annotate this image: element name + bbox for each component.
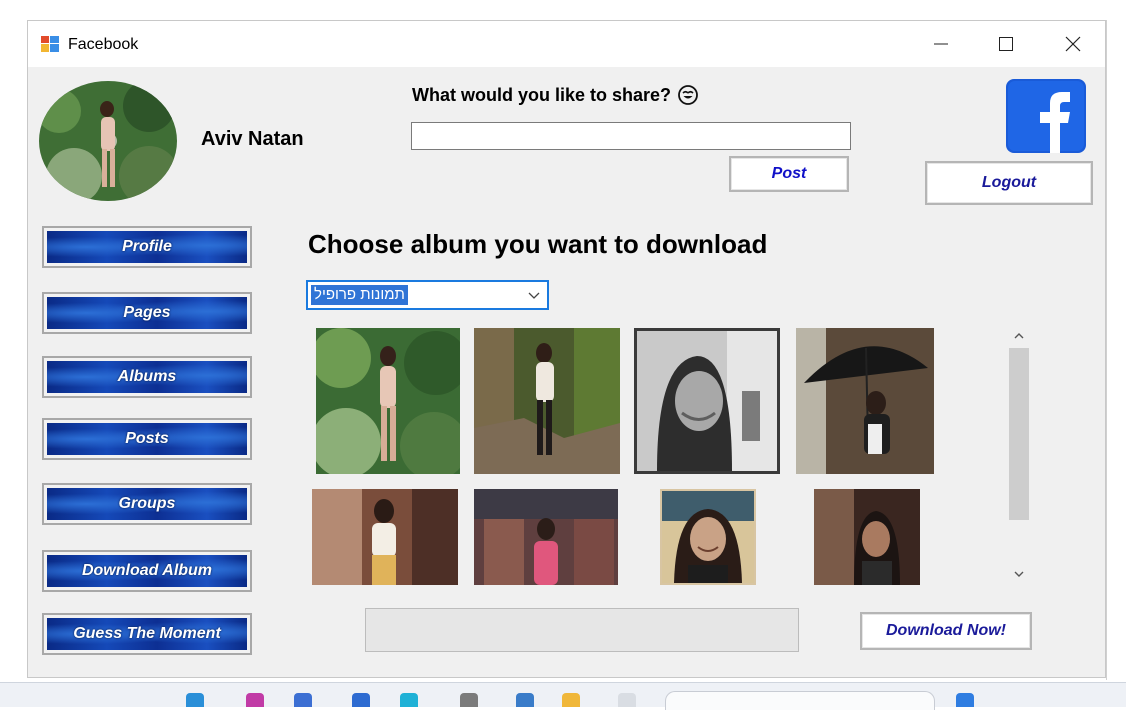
- nav-guess-the-moment-button[interactable]: Guess The Moment: [42, 613, 252, 655]
- taskbar-app-icon[interactable]: [516, 693, 534, 707]
- nav-download-album-label: Download Album: [47, 555, 247, 587]
- nav-albums-label: Albums: [47, 361, 247, 393]
- taskbar-app-icon[interactable]: [562, 693, 580, 707]
- avatar: [39, 81, 177, 201]
- scroll-thumb[interactable]: [1009, 348, 1029, 520]
- scroll-down-icon: [1014, 571, 1024, 577]
- album-photo[interactable]: [796, 328, 934, 474]
- album-photo[interactable]: [660, 489, 756, 585]
- nav-guess-the-moment-label: Guess The Moment: [47, 618, 247, 650]
- nav-posts-button[interactable]: Posts: [42, 418, 252, 460]
- share-prompt: What would you like to share?: [412, 84, 699, 106]
- nav-posts-label: Posts: [47, 423, 247, 455]
- scroll-up-button[interactable]: [1006, 326, 1032, 346]
- scroll-up-icon: [1014, 333, 1024, 339]
- chevron-down-icon: [528, 292, 540, 299]
- maximize-icon: [999, 37, 1013, 51]
- album-photo[interactable]: [814, 489, 920, 585]
- nav-pages-label: Pages: [47, 297, 247, 329]
- taskbar-app-icon[interactable]: [460, 693, 478, 707]
- album-select-value: תמונות פרופיל: [311, 285, 408, 305]
- minimize-icon: [934, 43, 948, 45]
- taskbar-app-icon[interactable]: [400, 693, 418, 707]
- taskbar-app-icon[interactable]: [294, 693, 312, 707]
- scroll-down-button[interactable]: [1006, 564, 1032, 584]
- title-bar: Facebook: [28, 21, 1105, 67]
- close-button[interactable]: [1050, 21, 1096, 67]
- nav-groups-button[interactable]: Groups: [42, 483, 252, 525]
- app-icon: [41, 36, 59, 52]
- album-photo[interactable]: [474, 489, 618, 585]
- download-progress-bar: [365, 608, 799, 652]
- share-input[interactable]: [411, 122, 851, 150]
- share-prompt-text: What would you like to share?: [412, 84, 672, 105]
- background-edge-right: [1106, 20, 1126, 680]
- minimize-button[interactable]: [918, 21, 964, 67]
- download-now-button[interactable]: Download Now!: [860, 612, 1032, 650]
- emoji-icon: [678, 85, 698, 105]
- maximize-button[interactable]: [983, 21, 1029, 67]
- app-window: Facebook Aviv Natan What would you like …: [27, 20, 1106, 678]
- album-photo[interactable]: [634, 328, 780, 474]
- album-photo[interactable]: [474, 328, 620, 474]
- album-photo[interactable]: [316, 328, 460, 474]
- album-photo-grid: [308, 323, 1008, 585]
- photo-grid-scrollbar[interactable]: [1006, 326, 1032, 584]
- nav-profile-label: Profile: [47, 231, 247, 263]
- taskbar-app-icon[interactable]: [352, 693, 370, 707]
- taskbar-app-icon[interactable]: [186, 693, 204, 707]
- album-photo[interactable]: [312, 489, 458, 585]
- taskbar-app-icon[interactable]: [956, 693, 974, 707]
- nav-pages-button[interactable]: Pages: [42, 292, 252, 334]
- taskbar-search-box[interactable]: [665, 691, 935, 710]
- nav-albums-button[interactable]: Albums: [42, 356, 252, 398]
- facebook-logo-icon: [1006, 79, 1086, 153]
- post-button[interactable]: Post: [729, 156, 849, 192]
- window-title: Facebook: [68, 36, 139, 53]
- user-name: Aviv Natan: [201, 128, 304, 150]
- nav-download-album-button[interactable]: Download Album: [42, 550, 252, 592]
- taskbar-app-icon[interactable]: [246, 693, 264, 707]
- album-select[interactable]: תמונות פרופיל: [306, 280, 549, 310]
- close-icon: [1065, 36, 1081, 52]
- background-edge-left: [0, 0, 27, 680]
- nav-profile-button[interactable]: Profile: [42, 226, 252, 268]
- nav-groups-label: Groups: [47, 488, 247, 520]
- album-section-title: Choose album you want to download: [308, 229, 768, 259]
- os-taskbar: [0, 682, 1126, 710]
- logout-button[interactable]: Logout: [925, 161, 1093, 205]
- taskbar-app-icon[interactable]: [618, 693, 636, 707]
